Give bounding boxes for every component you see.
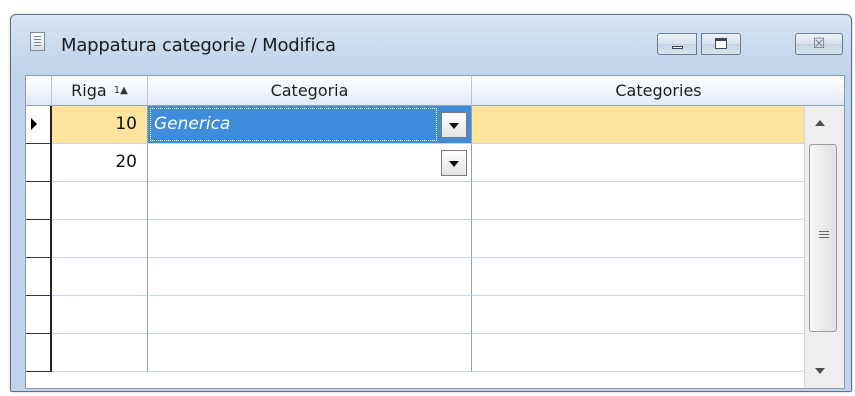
triangle-right-icon [31,118,37,130]
table-row[interactable]: 10 Generica [26,106,806,144]
categories-grid: Riga 1▲ Categoria Categories 10 Generica 2… [25,75,845,389]
close-button[interactable]: ☒ [795,33,843,55]
column-header-label: Riga [71,81,107,100]
row-selector[interactable] [26,144,52,182]
row-selector[interactable] [26,220,52,258]
table-row[interactable] [26,334,806,372]
vertical-scrollbar[interactable] [804,106,844,388]
chevron-down-icon[interactable] [441,150,467,176]
table-row[interactable]: 20 [26,144,806,182]
categoria-cell[interactable] [148,334,472,372]
form-window: Mappatura categorie / Modifica ☒ Riga 1▲… [10,14,852,392]
maximize-button[interactable] [701,33,741,55]
table-row[interactable] [26,220,806,258]
categories-cell[interactable] [472,334,806,372]
table-row[interactable] [26,258,806,296]
row-selector[interactable] [26,296,52,334]
row-header-corner [26,76,52,106]
scroll-up-icon[interactable] [815,120,825,126]
column-header-label: Categoria [270,81,349,100]
categoria-cell[interactable] [148,258,472,296]
scroll-thumb[interactable] [809,144,837,332]
riga-cell[interactable] [52,296,148,334]
riga-cell[interactable] [52,258,148,296]
form-icon [30,32,45,51]
riga-cell[interactable]: 20 [52,144,148,182]
window-title: Mappatura categorie / Modifica [61,35,336,56]
table-row[interactable] [26,296,806,334]
scroll-down-icon[interactable] [815,368,825,374]
grip-icon [819,231,829,240]
categoria-cell[interactable] [148,220,472,258]
row-selector[interactable] [26,258,52,296]
categoria-cell[interactable] [148,144,472,182]
title-bar[interactable]: Mappatura categorie / Modifica ☒ [11,15,851,56]
column-header-label: Categories [615,81,702,100]
categoria-cell[interactable]: Generica [148,106,472,144]
column-header-categories[interactable]: Categories [472,76,844,106]
categories-cell[interactable] [472,220,806,258]
categories-cell[interactable] [472,296,806,334]
focus-rectangle [150,108,437,141]
row-selector[interactable] [26,334,52,372]
riga-cell[interactable] [52,182,148,220]
minimize-button[interactable] [657,33,697,55]
row-selector[interactable] [26,182,52,220]
column-header-riga[interactable]: Riga 1▲ [52,76,148,106]
chevron-down-icon[interactable] [441,112,467,138]
categories-cell[interactable] [472,182,806,220]
close-icon: ☒ [812,36,826,52]
riga-cell[interactable] [52,220,148,258]
maximize-icon [715,38,727,49]
riga-cell[interactable]: 10 [52,106,148,144]
row-selector[interactable] [26,106,52,144]
categoria-cell[interactable] [148,296,472,334]
riga-cell[interactable] [52,334,148,372]
table-row[interactable] [26,182,806,220]
categories-cell[interactable] [472,258,806,296]
categories-cell[interactable] [472,106,806,144]
sort-asc-icon: 1▲ [113,85,128,96]
minimize-icon [672,46,683,49]
column-header-categoria[interactable]: Categoria [148,76,472,106]
categories-cell[interactable] [472,144,806,182]
categoria-cell[interactable] [148,182,472,220]
